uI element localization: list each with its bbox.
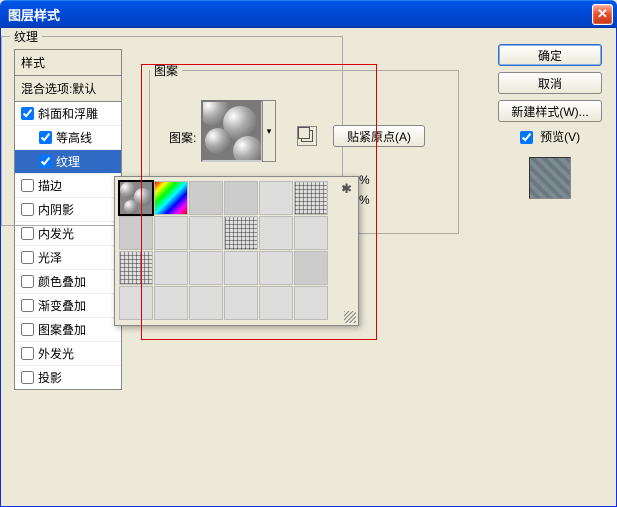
pattern-thumb-9[interactable]: [224, 216, 258, 250]
style-label-7: 颜色叠加: [38, 273, 86, 290]
close-button[interactable]: ✕: [592, 4, 613, 25]
pattern-thumb-2[interactable]: [189, 181, 223, 215]
pattern-thumb-6[interactable]: [119, 216, 153, 250]
pattern-thumb-11[interactable]: [294, 216, 328, 250]
percent-label-1: %: [359, 173, 370, 187]
create-preset-button[interactable]: [297, 126, 317, 146]
style-item-9[interactable]: 图案叠加: [15, 318, 121, 342]
pattern-label: 图案:: [169, 129, 196, 146]
preview-label[interactable]: 预览(V): [540, 130, 580, 144]
pattern-thumb-1[interactable]: [154, 181, 188, 215]
pattern-grid: [119, 181, 354, 320]
style-item-7[interactable]: 颜色叠加: [15, 270, 121, 294]
pattern-thumb-22[interactable]: [259, 286, 293, 320]
style-item-10[interactable]: 外发光: [15, 342, 121, 366]
pattern-thumb-14[interactable]: [189, 251, 223, 285]
sphere-pattern-icon: [203, 102, 261, 160]
pattern-thumb-21[interactable]: [224, 286, 258, 320]
style-checkbox-8[interactable]: [21, 299, 34, 312]
style-checkbox-7[interactable]: [21, 275, 34, 288]
pattern-preview[interactable]: [201, 100, 263, 162]
style-label-11: 投影: [38, 369, 62, 386]
style-checkbox-6[interactable]: [21, 251, 34, 264]
snap-to-origin-button[interactable]: 贴紧原点(A): [333, 125, 425, 147]
pattern-thumb-5[interactable]: [294, 181, 328, 215]
pattern-thumb-20[interactable]: [189, 286, 223, 320]
style-label-10: 外发光: [38, 345, 74, 362]
percent-label-2: %: [359, 193, 370, 207]
pattern-thumb-10[interactable]: [259, 216, 293, 250]
style-checkbox-11[interactable]: [21, 371, 34, 384]
resize-grip[interactable]: [344, 311, 356, 323]
pattern-thumb-4[interactable]: [259, 181, 293, 215]
pattern-thumb-7[interactable]: [154, 216, 188, 250]
ok-button[interactable]: 确定: [498, 44, 602, 66]
style-checkbox-10[interactable]: [21, 347, 34, 360]
style-item-6[interactable]: 光泽: [15, 246, 121, 270]
dialog-body: 样式 混合选项:默认 斜面和浮雕等高线纹理描边内阴影内发光光泽颜色叠加渐变叠加图…: [0, 28, 617, 507]
pattern-group-label: 图案: [150, 62, 182, 79]
preview-row: 预览(V): [498, 128, 602, 145]
cancel-button[interactable]: 取消: [498, 72, 602, 94]
pattern-dropdown-button[interactable]: ▾: [262, 100, 276, 162]
pattern-thumb-15[interactable]: [224, 251, 258, 285]
pattern-thumb-16[interactable]: [259, 251, 293, 285]
new-style-button[interactable]: 新建样式(W)...: [498, 100, 602, 122]
style-checkbox-9[interactable]: [21, 323, 34, 336]
style-label-9: 图案叠加: [38, 321, 86, 338]
pattern-thumb-12[interactable]: [119, 251, 153, 285]
preview-checkbox[interactable]: [520, 131, 533, 144]
dialog-title: 图层样式: [8, 5, 592, 24]
style-item-11[interactable]: 投影: [15, 366, 121, 389]
style-item-8[interactable]: 渐变叠加: [15, 294, 121, 318]
title-bar: 图层样式 ✕: [0, 0, 617, 28]
pattern-thumb-13[interactable]: [154, 251, 188, 285]
pattern-thumb-18[interactable]: [119, 286, 153, 320]
pattern-thumb-8[interactable]: [189, 216, 223, 250]
dialog-buttons: 确定 取消 新建样式(W)... 预览(V): [498, 44, 602, 199]
style-label-6: 光泽: [38, 249, 62, 266]
pattern-thumb-17[interactable]: [294, 251, 328, 285]
preview-swatch: [529, 157, 571, 199]
pattern-thumb-0[interactable]: [119, 181, 153, 215]
pattern-thumb-23[interactable]: [294, 286, 328, 320]
pattern-thumb-3[interactable]: [224, 181, 258, 215]
texture-group-label: 纹理: [10, 28, 42, 45]
pattern-picker-popup: ✱ ▶: [114, 176, 359, 326]
style-label-8: 渐变叠加: [38, 297, 86, 314]
picker-menu-arrow-icon[interactable]: ▶: [343, 183, 349, 192]
style-checkbox-5[interactable]: [21, 227, 34, 240]
style-label-5: 内发光: [38, 225, 74, 242]
pattern-thumb-19[interactable]: [154, 286, 188, 320]
